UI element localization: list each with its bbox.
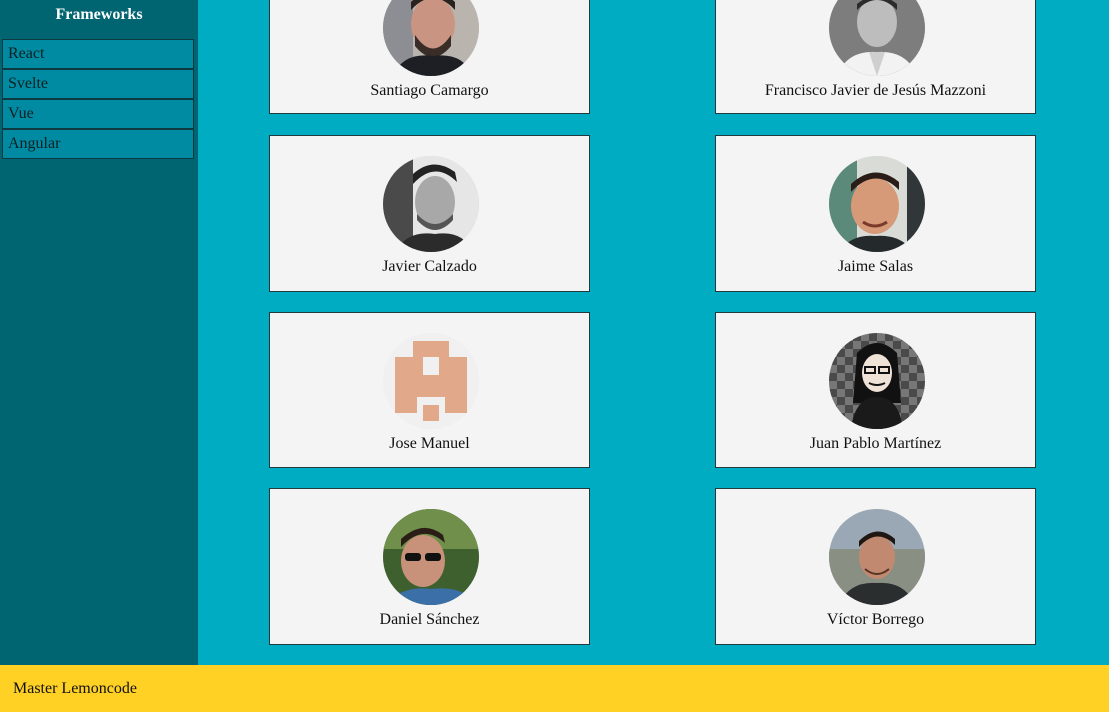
sidebar: Frameworks React Svelte Vue Angular	[0, 0, 198, 665]
person-photo-icon	[829, 0, 925, 76]
member-name: Jaime Salas	[837, 258, 914, 275]
member-avatar	[383, 333, 479, 429]
sidebar-item-react[interactable]: React	[2, 39, 194, 69]
member-avatar	[383, 156, 479, 252]
member-name: Santiago Camargo	[370, 82, 489, 99]
sidebar-item-angular[interactable]: Angular	[2, 129, 194, 159]
cartoon-avatar-icon	[829, 333, 925, 429]
member-avatar	[829, 333, 925, 429]
framework-nav: React Svelte Vue Angular	[0, 39, 198, 159]
member-avatar	[829, 509, 925, 605]
identicon-avatar-icon	[383, 333, 479, 429]
member-card[interactable]: Jose Manuel	[269, 312, 590, 468]
footer: Master Lemoncode	[0, 665, 1109, 712]
sidebar-item-vue[interactable]: Vue	[2, 99, 194, 129]
member-name: Jose Manuel	[389, 435, 470, 452]
person-photo-icon	[383, 156, 479, 252]
member-name: Víctor Borrego	[826, 611, 925, 628]
member-card[interactable]: Francisco Javier de Jesús Mazzoni	[715, 0, 1036, 114]
member-card[interactable]: Daniel Sánchez	[269, 488, 590, 645]
app-root: Frameworks React Svelte Vue Angular Sant…	[0, 0, 1109, 712]
person-photo-icon	[829, 509, 925, 605]
member-card[interactable]: Santiago Camargo	[269, 0, 590, 114]
person-photo-icon	[829, 156, 925, 252]
member-avatar	[383, 509, 479, 605]
person-photo-icon	[383, 0, 479, 76]
sidebar-title: Frameworks	[55, 6, 143, 23]
member-name: Juan Pablo Martínez	[809, 435, 942, 452]
member-list: Santiago Camargo Francisco Javier de Jes…	[198, 0, 1109, 665]
member-card[interactable]: Javier Calzado	[269, 135, 590, 292]
member-card[interactable]: Jaime Salas	[715, 135, 1036, 292]
member-name: Javier Calzado	[382, 258, 477, 275]
sidebar-item-svelte[interactable]: Svelte	[2, 69, 194, 99]
member-avatar	[829, 156, 925, 252]
member-name: Francisco Javier de Jesús Mazzoni	[764, 82, 987, 99]
member-card[interactable]: Juan Pablo Martínez	[715, 312, 1036, 468]
member-avatar	[829, 0, 925, 76]
member-avatar	[383, 0, 479, 76]
footer-text: Master Lemoncode	[13, 680, 137, 697]
member-name: Daniel Sánchez	[379, 611, 480, 628]
member-card[interactable]: Víctor Borrego	[715, 488, 1036, 645]
person-photo-icon	[383, 509, 479, 605]
